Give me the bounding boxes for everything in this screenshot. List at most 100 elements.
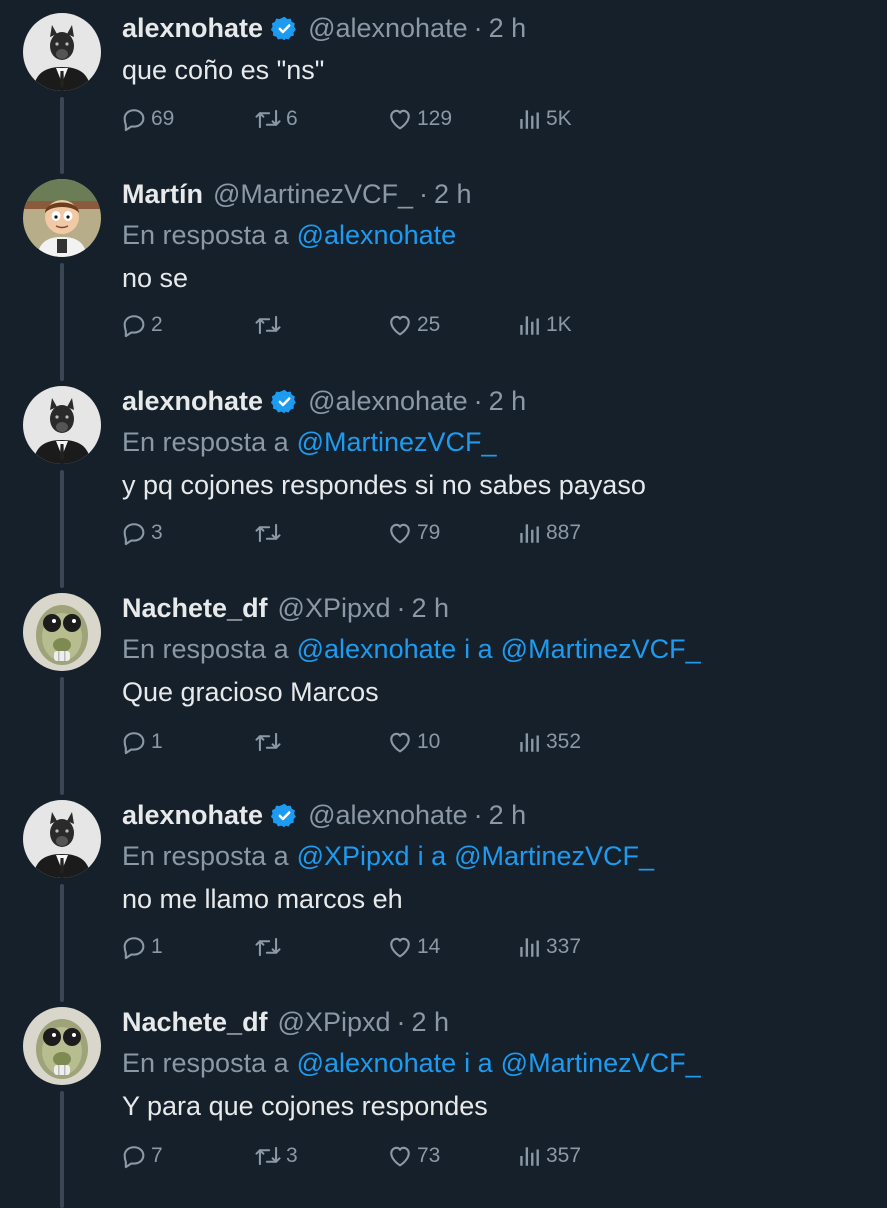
display-name[interactable]: alexnohate — [122, 13, 263, 44]
avatar[interactable] — [23, 800, 101, 878]
views-button[interactable]: 352 — [517, 727, 581, 757]
retweet-button[interactable]: 3 — [253, 1141, 298, 1171]
avatar[interactable] — [23, 179, 101, 257]
reply-count: 2 — [151, 313, 163, 336]
like-count: 10 — [417, 730, 441, 753]
display-name[interactable]: alexnohate — [122, 800, 263, 831]
views-button[interactable]: 357 — [517, 1141, 581, 1171]
user-handle[interactable]: @MartinezVCF_ — [213, 179, 413, 210]
display-name[interactable]: Martín — [122, 179, 203, 210]
separator-dot: · — [473, 385, 483, 416]
timestamp[interactable]: 2 h — [412, 593, 450, 624]
timestamp[interactable]: 2 h — [434, 179, 472, 210]
speech-bubble-icon — [120, 933, 148, 961]
reply-button[interactable]: 1 — [120, 932, 163, 962]
timestamp[interactable]: 2 h — [489, 386, 527, 417]
thread-connector-line — [60, 97, 64, 174]
tweet-content: alexnohate @alexnohate · 2 h que coño es… — [122, 8, 867, 88]
reply-count: 3 — [151, 521, 163, 544]
separator-dot: · — [473, 799, 483, 830]
heart-icon — [386, 933, 414, 961]
like-button[interactable]: 129 — [386, 104, 452, 134]
reply-conjunction: i a — [464, 633, 493, 664]
like-button[interactable]: 10 — [386, 727, 440, 757]
user-handle[interactable]: @alexnohate — [308, 386, 468, 417]
reply-button[interactable]: 7 — [120, 1141, 163, 1171]
bar-chart-icon — [517, 934, 543, 960]
reply-mention-link-2[interactable]: @MartinezVCF_ — [501, 634, 701, 665]
bar-chart-icon — [517, 1143, 543, 1169]
tweet-text: Y para que cojones respondes — [122, 1091, 488, 1121]
retweet-button[interactable] — [253, 932, 286, 962]
timestamp[interactable]: 2 h — [489, 800, 527, 831]
tweet-actions: 1 14 337 — [120, 932, 640, 962]
like-button[interactable]: 73 — [386, 1141, 440, 1171]
reply-button[interactable]: 3 — [120, 518, 163, 548]
reply-button[interactable]: 2 — [120, 310, 163, 340]
retweet-icon — [253, 105, 283, 133]
reply-conjunction: i a — [464, 1047, 493, 1078]
reply-prefix: En resposta a — [122, 426, 289, 457]
separator-dot: · — [418, 178, 428, 209]
tweet-header: Nachete_df @XPipxd · 2 h — [122, 1002, 867, 1042]
like-button[interactable]: 79 — [386, 518, 440, 548]
display-name[interactable]: Nachete_df — [122, 1007, 268, 1038]
speech-bubble-icon — [120, 728, 148, 756]
reply-mention-link[interactable]: @alexnohate — [297, 634, 457, 665]
verified-badge-icon — [271, 15, 298, 42]
views-button[interactable]: 5K — [517, 104, 572, 134]
tweet-text: no se — [122, 263, 189, 293]
reply-button[interactable]: 1 — [120, 727, 163, 757]
tweet-content: Nachete_df @XPipxd · 2 h En resposta a @… — [122, 1002, 867, 1124]
avatar[interactable] — [23, 386, 101, 464]
like-button[interactable]: 25 — [386, 310, 440, 340]
separator-dot: · — [473, 12, 483, 43]
reply-count: 1 — [151, 730, 163, 753]
tweet-5[interactable]: alexnohate @alexnohate · 2 h En resposta… — [0, 787, 887, 1002]
tweet-2[interactable]: Martín @MartinezVCF_ · 2 h En resposta a… — [0, 166, 887, 381]
view-count: 357 — [546, 1144, 582, 1167]
display-name[interactable]: alexnohate — [122, 386, 263, 417]
user-handle[interactable]: @XPipxd — [278, 593, 391, 624]
reply-prefix: En resposta a — [122, 633, 289, 664]
retweet-icon — [253, 311, 283, 339]
user-handle[interactable]: @alexnohate — [308, 800, 468, 831]
tweet-3[interactable]: alexnohate @alexnohate · 2 h En resposta… — [0, 373, 887, 588]
retweet-button[interactable]: 6 — [253, 104, 298, 134]
like-count: 73 — [417, 1144, 441, 1167]
timestamp[interactable]: 2 h — [412, 1007, 450, 1038]
reply-mention-link[interactable]: @alexnohate — [297, 220, 457, 251]
like-button[interactable]: 14 — [386, 932, 440, 962]
separator-dot: · — [396, 592, 406, 623]
reply-context: En resposta a @MartinezVCF_ — [122, 421, 867, 463]
reply-mention-link-2[interactable]: @MartinezVCF_ — [454, 841, 654, 872]
avatar[interactable] — [23, 13, 101, 91]
bar-chart-icon — [517, 106, 543, 132]
views-button[interactable]: 1K — [517, 310, 572, 340]
views-button[interactable]: 337 — [517, 932, 581, 962]
timestamp[interactable]: 2 h — [489, 13, 527, 44]
bar-chart-icon — [517, 312, 543, 338]
reply-conjunction: i a — [417, 840, 447, 871]
reply-mention-link-2[interactable]: @MartinezVCF_ — [501, 1048, 701, 1079]
tweet-content: alexnohate @alexnohate · 2 h En resposta… — [122, 795, 867, 917]
retweet-button[interactable] — [253, 310, 286, 340]
tweet-4[interactable]: Nachete_df @XPipxd · 2 h En resposta a @… — [0, 580, 887, 795]
tweet-text: no me llamo marcos eh — [122, 884, 403, 914]
retweet-button[interactable] — [253, 518, 286, 548]
retweet-button[interactable] — [253, 727, 286, 757]
reply-mention-link[interactable]: @XPipxd — [297, 841, 410, 872]
display-name[interactable]: Nachete_df — [122, 593, 268, 624]
thread-connector-line — [60, 263, 64, 381]
reply-button[interactable]: 69 — [120, 104, 174, 134]
avatar[interactable] — [23, 1007, 101, 1085]
user-handle[interactable]: @XPipxd — [278, 1007, 391, 1038]
tweet-6[interactable]: Nachete_df @XPipxd · 2 h En resposta a @… — [0, 994, 887, 1208]
avatar[interactable] — [23, 593, 101, 671]
user-handle[interactable]: @alexnohate — [308, 13, 468, 44]
tweet-text: Que gracioso Marcos — [122, 677, 379, 707]
reply-mention-link[interactable]: @alexnohate — [297, 1048, 457, 1079]
reply-mention-link[interactable]: @MartinezVCF_ — [297, 427, 497, 458]
tweet-content: alexnohate @alexnohate · 2 h En resposta… — [122, 381, 867, 503]
views-button[interactable]: 887 — [517, 518, 581, 548]
